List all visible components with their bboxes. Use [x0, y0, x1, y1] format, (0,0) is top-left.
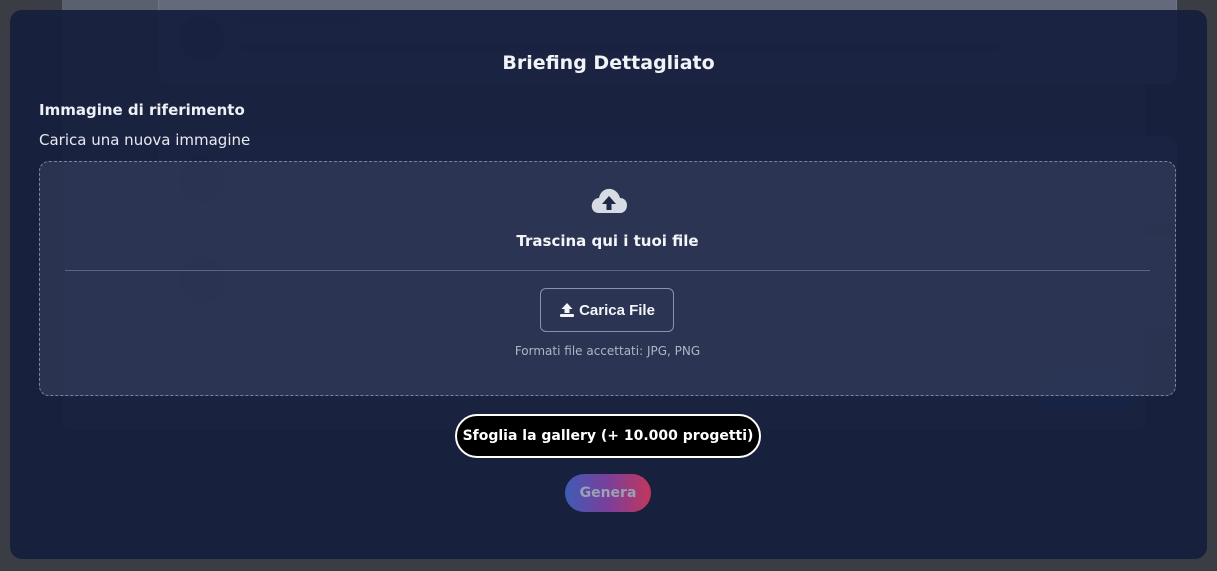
cloud-upload-icon [591, 188, 627, 213]
upload-icon [560, 303, 575, 317]
drop-text: Trascina qui i tuoi file [516, 232, 699, 250]
upload-sub-label: Carica una nuova immagine [39, 131, 251, 149]
generate-button[interactable]: Genera [565, 474, 651, 512]
upload-file-label: Carica File [579, 301, 655, 319]
divider [65, 270, 1150, 271]
browse-gallery-button[interactable]: Sfoglia la gallery (+ 10.000 progetti) [455, 414, 761, 458]
briefing-modal: Briefing Dettagliato Immagine di riferim… [10, 10, 1207, 559]
modal-title: Briefing Dettagliato [502, 52, 715, 74]
section-label: Immagine di riferimento [39, 101, 245, 119]
file-dropzone[interactable]: Trascina qui i tuoi file Carica File For… [39, 161, 1176, 396]
accepted-formats: Formati file accettati: JPG, PNG [514, 344, 701, 358]
upload-file-button[interactable]: Carica File [540, 288, 674, 332]
